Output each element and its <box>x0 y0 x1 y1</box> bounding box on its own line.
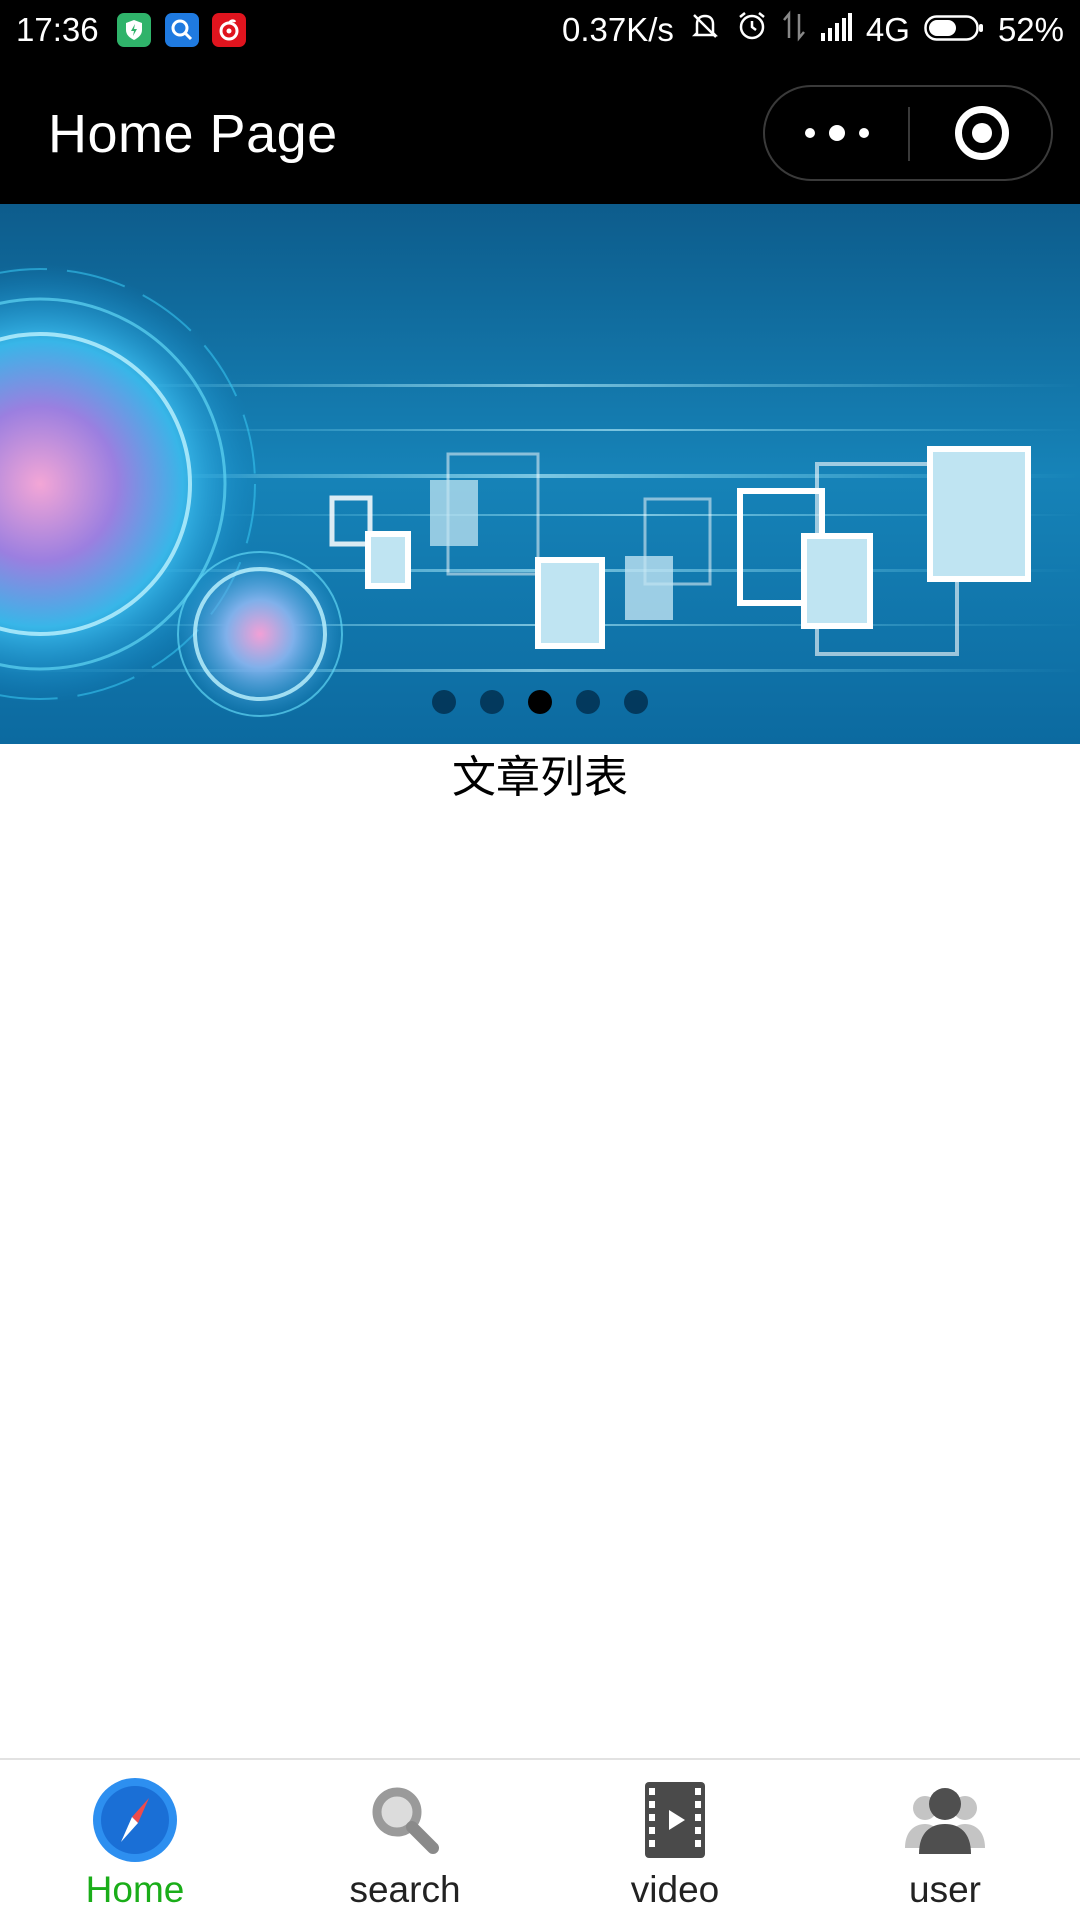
video-icon <box>631 1776 719 1864</box>
more-dot-icon <box>804 128 815 138</box>
search-icon <box>361 1776 449 1864</box>
tab-label: user <box>909 1869 981 1910</box>
tab-user[interactable]: user <box>810 1760 1080 1920</box>
tab-label: video <box>630 1869 720 1910</box>
compass-icon <box>91 1776 179 1864</box>
net-speed: 0.37K/s <box>561 11 674 48</box>
tab-home[interactable]: Home <box>0 1760 270 1920</box>
banner-indicators <box>0 690 1080 714</box>
page-title: Home Page <box>48 104 338 164</box>
menu-capsule <box>763 85 1053 181</box>
shield-app-icon <box>117 13 151 47</box>
tab-label: search <box>349 1869 461 1910</box>
indicator-dot[interactable] <box>432 690 456 714</box>
more-dot-icon <box>828 125 845 141</box>
indicator-dot[interactable] <box>576 690 600 714</box>
mute-icon <box>688 9 722 51</box>
tab-search[interactable]: search <box>270 1760 540 1920</box>
indicator-dot-active[interactable] <box>528 690 552 714</box>
tab-video[interactable]: video <box>540 1760 810 1920</box>
battery-percent: 52% <box>997 11 1064 48</box>
netease-music-icon <box>212 13 246 47</box>
more-options-button[interactable] <box>765 87 908 179</box>
indicator-dot[interactable] <box>480 690 504 714</box>
navigation-bar: Home Page <box>0 60 1080 204</box>
signal-icon <box>820 11 852 49</box>
tab-label: Home <box>85 1869 185 1910</box>
status-time: 17:36 <box>16 11 99 48</box>
more-dot-icon <box>858 128 869 138</box>
target-close-icon <box>954 106 1009 160</box>
user-icon <box>901 1776 989 1864</box>
alarm-icon <box>736 10 768 50</box>
network-type: 4G <box>865 11 910 48</box>
tab-bar: Home search video user <box>0 1758 1080 1920</box>
indicator-dot[interactable] <box>624 690 648 714</box>
article-list-title: 文章列表 <box>452 752 628 803</box>
status-right-group: 0.37K/s 4G 52% <box>548 9 1064 51</box>
battery-icon <box>924 11 984 49</box>
close-miniprogram-button[interactable] <box>910 87 1053 179</box>
status-bar: 17:36 0.37K/s 4G 52% <box>0 0 1080 60</box>
banner-swiper[interactable] <box>0 204 1080 744</box>
banner-image <box>0 204 1080 744</box>
search-app-icon <box>165 13 199 47</box>
data-arrows-icon <box>782 10 806 50</box>
